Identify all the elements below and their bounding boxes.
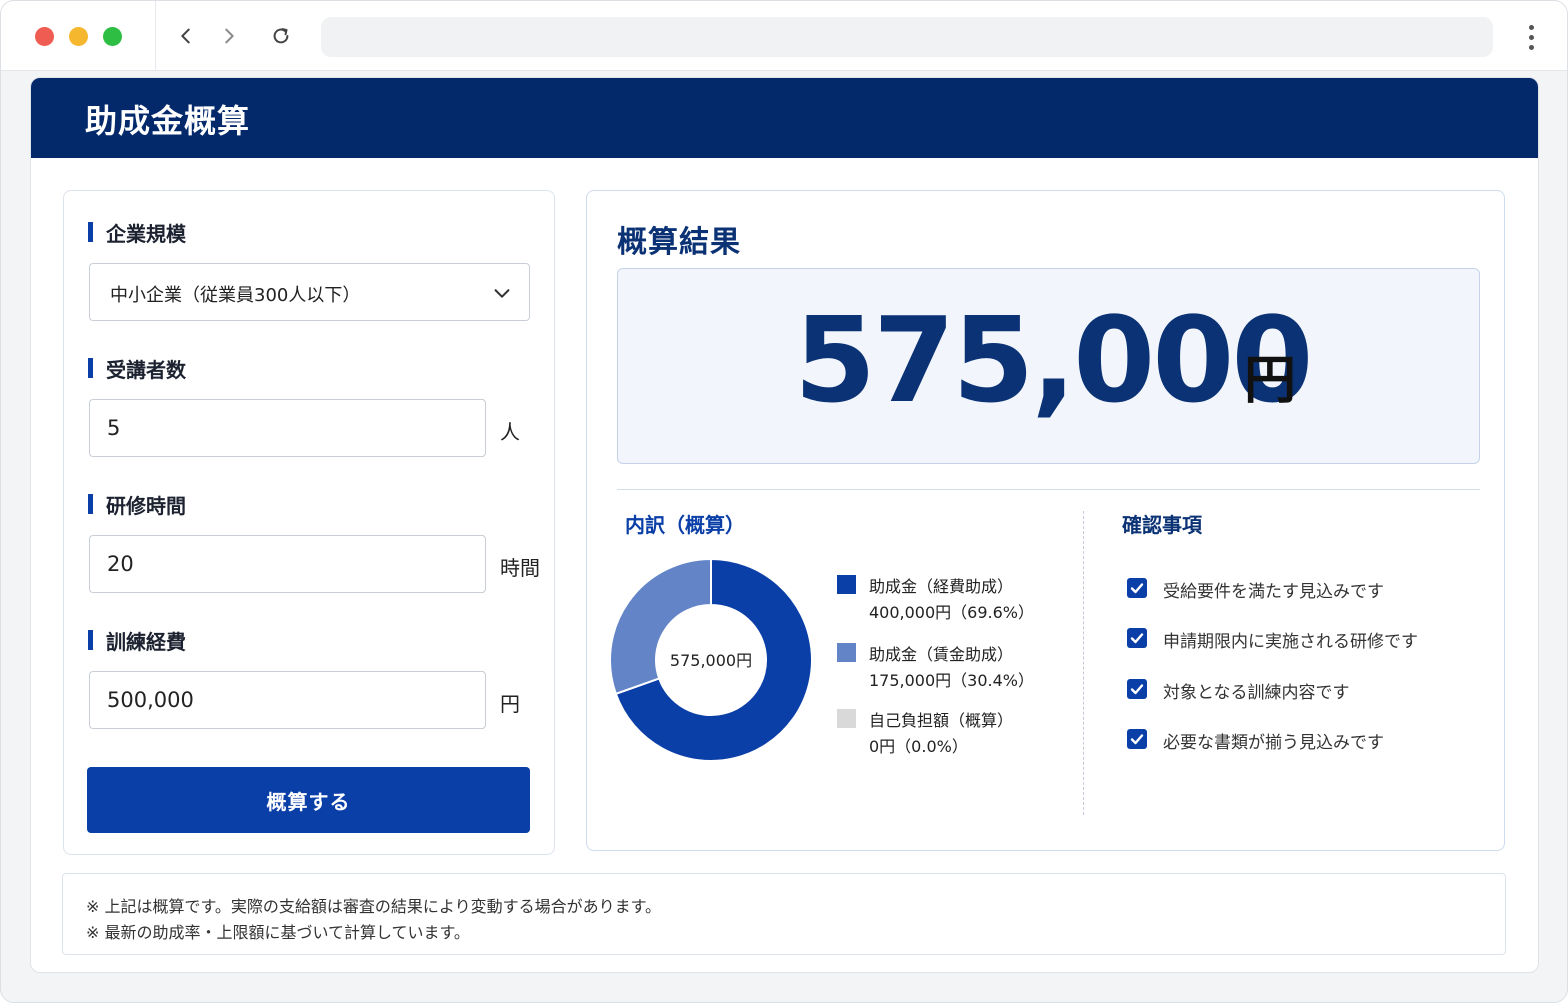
donut-center-label: 575,000円 bbox=[670, 651, 752, 670]
training-hours-label: 研修時間 bbox=[88, 490, 186, 519]
back-button[interactable] bbox=[169, 19, 203, 53]
total-amount-unit: 円 bbox=[1244, 351, 1297, 411]
note-line: ※ 上記は概算です。実際の支給額は審査の結果により変動する場合があります。 bbox=[86, 897, 661, 916]
close-window-button[interactable] bbox=[35, 27, 54, 46]
breakdown-title: 内訳（概算） bbox=[625, 513, 745, 537]
checkbox[interactable] bbox=[1127, 729, 1147, 749]
page-title: 助成金概算 bbox=[85, 102, 251, 140]
checkmark-icon bbox=[1130, 684, 1144, 695]
participants-unit: 人 bbox=[500, 420, 520, 444]
training-hours-input-wrapper bbox=[89, 535, 486, 593]
checkbox[interactable] bbox=[1127, 679, 1147, 699]
training-cost-input-wrapper bbox=[89, 671, 486, 729]
legend-label: 自己負担額（概算） bbox=[869, 711, 1014, 730]
training-hours-unit: 時間 bbox=[500, 556, 540, 580]
checklist-label: 受給要件を満たす見込みです bbox=[1163, 582, 1384, 602]
checkmark-icon bbox=[1130, 734, 1144, 745]
result-vertical-divider bbox=[1083, 511, 1084, 815]
donut-slice bbox=[609, 558, 712, 696]
total-amount: 575,000 bbox=[794, 291, 1313, 429]
total-amount-box: 575,000 円 bbox=[617, 268, 1480, 464]
company-size-label: 企業規模 bbox=[88, 218, 186, 247]
maximize-window-button[interactable] bbox=[103, 27, 122, 46]
result-panel: 概算結果 575,000 円 内訳（概算） 575,000円 助成金（経費助成）… bbox=[586, 190, 1505, 851]
legend-value: 175,000円（30.4%） bbox=[869, 671, 1034, 690]
breakdown-donut-chart: 575,000円 bbox=[609, 558, 813, 762]
calculate-button[interactable]: 概算する bbox=[87, 767, 530, 833]
result-divider bbox=[617, 489, 1480, 490]
participants-input-wrapper bbox=[89, 399, 486, 457]
result-title: 概算結果 bbox=[617, 225, 741, 260]
reload-button[interactable] bbox=[264, 19, 298, 53]
chevron-left-icon bbox=[181, 28, 190, 44]
address-bar[interactable] bbox=[321, 17, 1493, 57]
checklist-label: 対象となる訓練内容です bbox=[1163, 683, 1350, 703]
legend-swatch bbox=[837, 709, 856, 728]
browser-toolbar bbox=[1, 1, 1567, 71]
reload-icon bbox=[273, 28, 289, 44]
chevron-right-icon bbox=[225, 28, 234, 44]
legend-value: 400,000円（69.6%） bbox=[869, 603, 1034, 622]
company-size-value: 中小企業（従業員300人以下） bbox=[110, 285, 361, 306]
participants-label: 受講者数 bbox=[88, 354, 186, 383]
checkmark-icon bbox=[1130, 583, 1144, 594]
input-form-panel: 企業規模 中小企業（従業員300人以下） 受講者数 人 研修時間 時間 訓練経費… bbox=[63, 190, 555, 855]
checklist-title: 確認事項 bbox=[1122, 513, 1202, 537]
minimize-window-button[interactable] bbox=[69, 27, 88, 46]
legend-swatch bbox=[837, 643, 856, 662]
forward-button[interactable] bbox=[212, 19, 246, 53]
notes-box: ※ 上記は概算です。実際の支給額は審査の結果により変動する場合があります。 ※ … bbox=[62, 873, 1506, 955]
kebab-menu-icon[interactable] bbox=[1519, 21, 1543, 53]
training-cost-label: 訓練経費 bbox=[88, 626, 186, 655]
legend-swatch bbox=[837, 575, 856, 594]
checkbox[interactable] bbox=[1127, 628, 1147, 648]
chevron-down-icon bbox=[494, 289, 510, 298]
browser-window: 助成金概算 企業規模 中小企業（従業員300人以下） 受講者数 人 研修時間 時… bbox=[0, 0, 1568, 1003]
legend-label: 助成金（賃金助成） bbox=[869, 645, 1014, 664]
training-cost-input[interactable] bbox=[90, 672, 485, 728]
legend-value: 0円（0.0%） bbox=[869, 737, 968, 756]
checklist-label: 申請期限内に実施される研修です bbox=[1163, 632, 1418, 652]
training-cost-unit: 円 bbox=[500, 692, 520, 716]
checkmark-icon bbox=[1130, 633, 1144, 644]
note-line: ※ 最新の助成率・上限額に基づいて計算しています。 bbox=[86, 923, 470, 942]
toolbar-divider bbox=[155, 1, 156, 71]
participants-input[interactable] bbox=[90, 400, 485, 456]
training-hours-input[interactable] bbox=[90, 536, 485, 592]
company-size-select[interactable]: 中小企業（従業員300人以下） bbox=[89, 263, 530, 321]
app-page: 助成金概算 企業規模 中小企業（従業員300人以下） 受講者数 人 研修時間 時… bbox=[30, 77, 1539, 973]
page-header: 助成金概算 bbox=[31, 78, 1538, 158]
legend-label: 助成金（経費助成） bbox=[869, 577, 1014, 596]
checkbox[interactable] bbox=[1127, 578, 1147, 598]
checklist-label: 必要な書類が揃う見込みです bbox=[1163, 733, 1384, 753]
